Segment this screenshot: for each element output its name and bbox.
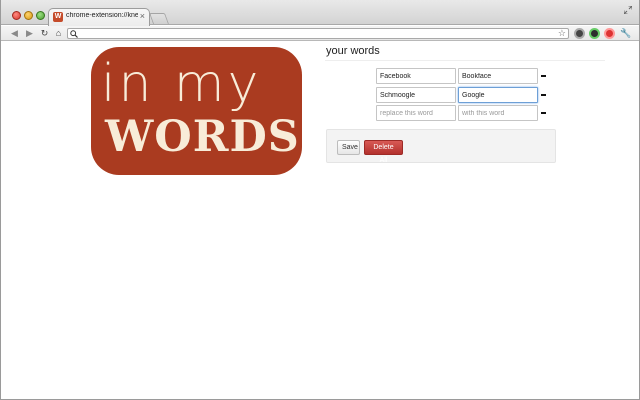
tab-title: chrome-extension://knepjc — [66, 12, 138, 19]
replacement-word-input[interactable] — [458, 105, 538, 121]
word-pair-row — [376, 87, 556, 103]
actions-panel: Save Delete All — [326, 129, 556, 164]
word-pair-row — [376, 68, 556, 84]
wrench-menu-icon[interactable]: 🔧 — [620, 28, 631, 39]
replacement-word-input[interactable] — [458, 68, 538, 84]
maximize-window-button[interactable] — [36, 11, 45, 20]
logo-line-2: WORDS — [105, 112, 300, 162]
extension-options-page: in my WORDS your words Save Delete All — [1, 42, 639, 399]
extension-icon-1[interactable] — [574, 28, 585, 39]
browser-toolbar: ◀ ▶ ↻ ⌂ ☆ 🔧 — [1, 26, 639, 41]
bookmark-star-icon[interactable]: ☆ — [558, 28, 566, 39]
extension-favicon-icon: W — [53, 12, 63, 22]
remove-row-button[interactable] — [541, 75, 546, 77]
browser-window: W chrome-extension://knepjc × ◀ ▶ ↻ ⌂ ☆ … — [0, 0, 640, 400]
logo-line-1: in my — [101, 54, 262, 114]
title-bar: W chrome-extension://knepjc × — [1, 0, 639, 26]
replace-word-input[interactable] — [376, 105, 456, 121]
word-pair-row — [376, 105, 556, 121]
tab-close-icon[interactable]: × — [140, 11, 145, 21]
home-icon[interactable]: ⌂ — [53, 28, 64, 39]
reload-icon[interactable]: ↻ — [39, 28, 50, 39]
replace-word-input[interactable] — [376, 68, 456, 84]
in-my-words-logo: in my WORDS — [91, 47, 302, 175]
back-arrow-icon[interactable]: ◀ — [9, 28, 20, 39]
delete-all-button[interactable]: Delete All — [364, 140, 403, 164]
tab-active[interactable]: W chrome-extension://knepjc × — [48, 8, 150, 26]
title-divider — [325, 60, 605, 61]
minimize-window-button[interactable] — [24, 11, 33, 20]
fullscreen-icon[interactable] — [624, 6, 632, 14]
address-bar[interactable]: ☆ — [67, 28, 569, 39]
forward-arrow-icon[interactable]: ▶ — [24, 28, 35, 39]
extension-icon-2[interactable] — [589, 28, 600, 39]
close-window-button[interactable] — [12, 11, 21, 20]
page-title: your words — [326, 45, 380, 57]
replace-word-input[interactable] — [376, 87, 456, 103]
remove-row-button[interactable] — [541, 112, 546, 114]
extension-icon-3[interactable] — [604, 28, 615, 39]
replacement-word-input[interactable] — [458, 87, 538, 103]
search-icon — [70, 30, 78, 38]
remove-row-button[interactable] — [541, 94, 546, 96]
new-tab-button[interactable] — [148, 13, 170, 24]
save-button[interactable]: Save — [337, 140, 360, 155]
